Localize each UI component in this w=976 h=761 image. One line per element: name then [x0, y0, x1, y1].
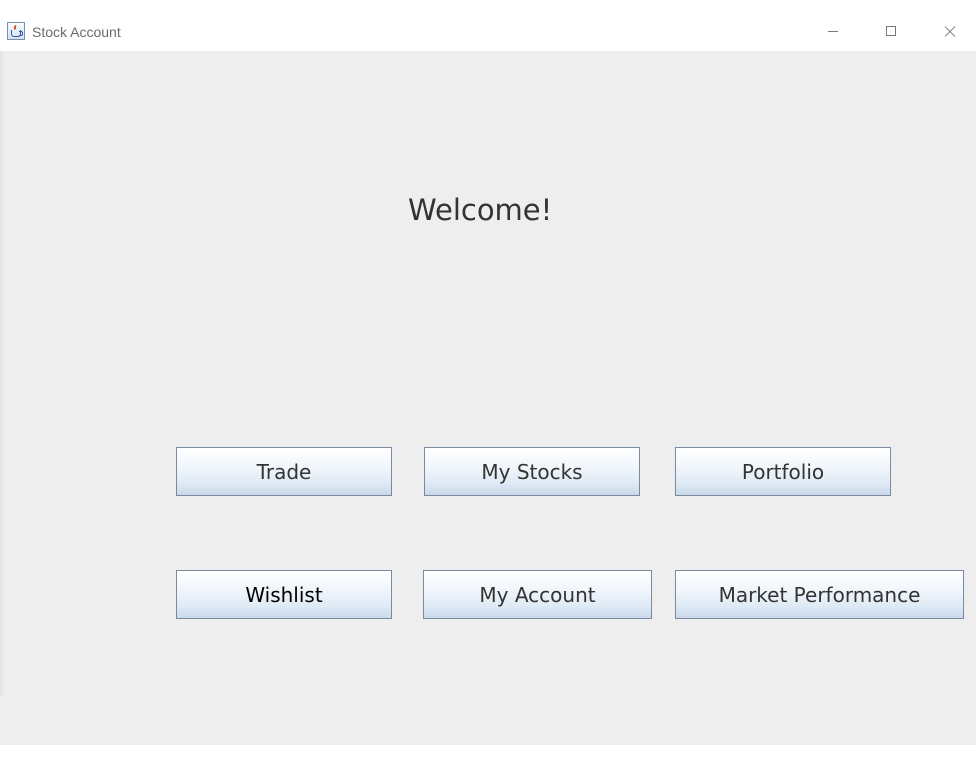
wishlist-button[interactable]: Wishlist — [176, 570, 392, 619]
window-bottom-edge — [0, 745, 976, 761]
my-account-button[interactable]: My Account — [423, 570, 652, 619]
my-stocks-button[interactable]: My Stocks — [424, 447, 640, 496]
minimize-button[interactable] — [804, 11, 862, 51]
java-cup-icon — [7, 22, 25, 40]
market-performance-button[interactable]: Market Performance — [675, 570, 964, 619]
maximize-icon — [886, 26, 896, 36]
welcome-heading: Welcome! — [408, 193, 553, 227]
application-window: Stock Account Welcome! Trade My Stocks P… — [0, 0, 976, 761]
minimize-icon — [828, 31, 838, 32]
main-panel: Welcome! Trade My Stocks Portfolio Wishl… — [0, 51, 976, 745]
trade-button[interactable]: Trade — [176, 447, 392, 496]
portfolio-button[interactable]: Portfolio — [675, 447, 891, 496]
title-bar[interactable]: Stock Account — [0, 11, 976, 51]
close-button[interactable] — [920, 11, 976, 51]
panel-edge-shadow — [0, 51, 4, 696]
window-title: Stock Account — [32, 24, 121, 40]
maximize-button[interactable] — [862, 11, 920, 51]
